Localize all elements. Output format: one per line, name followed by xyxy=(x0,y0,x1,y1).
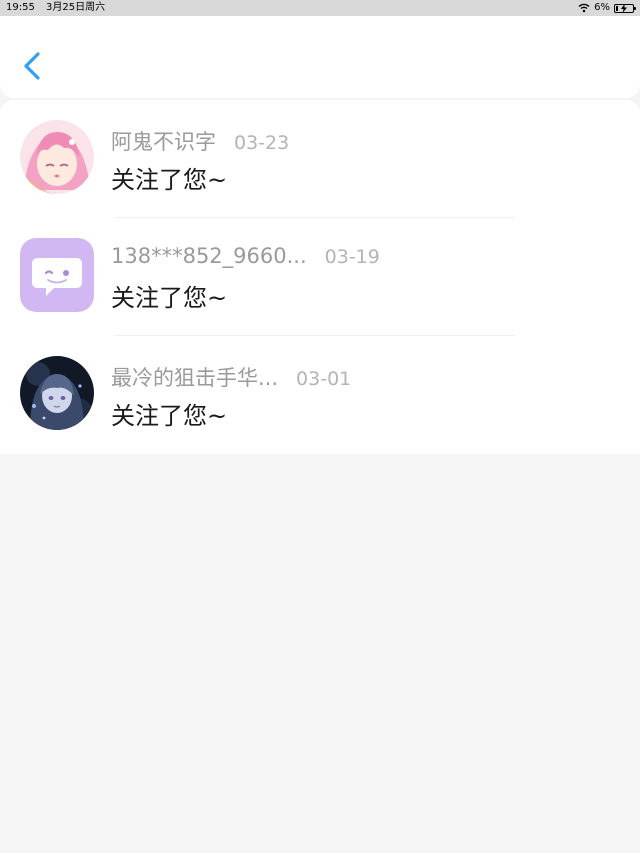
status-time: 19:55 xyxy=(6,2,35,13)
back-button[interactable] xyxy=(18,46,48,86)
user-name[interactable]: 最冷的狙击手华... xyxy=(111,362,278,392)
battery-icon xyxy=(614,3,636,13)
item-text: 最冷的狙击手华... 03-01 关注了您~ xyxy=(111,362,611,431)
header xyxy=(0,16,640,98)
user-name[interactable]: 138***852_9660... xyxy=(111,244,307,268)
item-message: 关注了您~ xyxy=(111,284,228,312)
chat-bubble-avatar-icon xyxy=(20,238,94,312)
chevron-left-icon xyxy=(24,52,40,80)
item-message: 关注了您~ xyxy=(111,402,228,430)
item-text: 138***852_9660... 03-19 关注了您~ xyxy=(111,244,611,313)
item-meta: 阿鬼不识字 03-23 xyxy=(111,126,611,158)
notification-list: 阿鬼不识字 03-23 关注了您~ 138***852_9660... 03-1… xyxy=(0,100,640,454)
battery-percent: 6% xyxy=(594,2,610,13)
item-date: 03-01 xyxy=(296,368,352,390)
anime-girl-avatar-icon xyxy=(20,120,94,194)
item-meta: 138***852_9660... 03-19 xyxy=(111,244,611,276)
dark-anime-avatar-icon xyxy=(20,356,94,430)
item-date: 03-23 xyxy=(234,132,290,154)
status-bar: 19:55 3月25日周六 6% xyxy=(0,0,640,16)
charging-bolt-icon xyxy=(621,3,627,13)
list-item[interactable]: 最冷的狙击手华... 03-01 关注了您~ xyxy=(0,336,640,454)
user-name[interactable]: 阿鬼不识字 xyxy=(111,126,216,156)
item-meta: 最冷的狙击手华... 03-01 xyxy=(111,362,611,394)
item-date: 03-19 xyxy=(324,246,380,268)
wifi-icon xyxy=(578,3,590,13)
status-right: 6% xyxy=(578,0,636,16)
status-left: 19:55 3月25日周六 xyxy=(6,0,113,16)
status-date: 3月25日周六 xyxy=(46,2,106,13)
avatar[interactable] xyxy=(20,120,94,194)
avatar[interactable] xyxy=(20,238,94,312)
item-text: 阿鬼不识字 03-23 关注了您~ xyxy=(111,126,611,195)
avatar[interactable] xyxy=(20,356,94,430)
list-item[interactable]: 138***852_9660... 03-19 关注了您~ xyxy=(0,218,640,336)
list-item[interactable]: 阿鬼不识字 03-23 关注了您~ xyxy=(0,100,640,218)
item-message: 关注了您~ xyxy=(111,166,228,194)
